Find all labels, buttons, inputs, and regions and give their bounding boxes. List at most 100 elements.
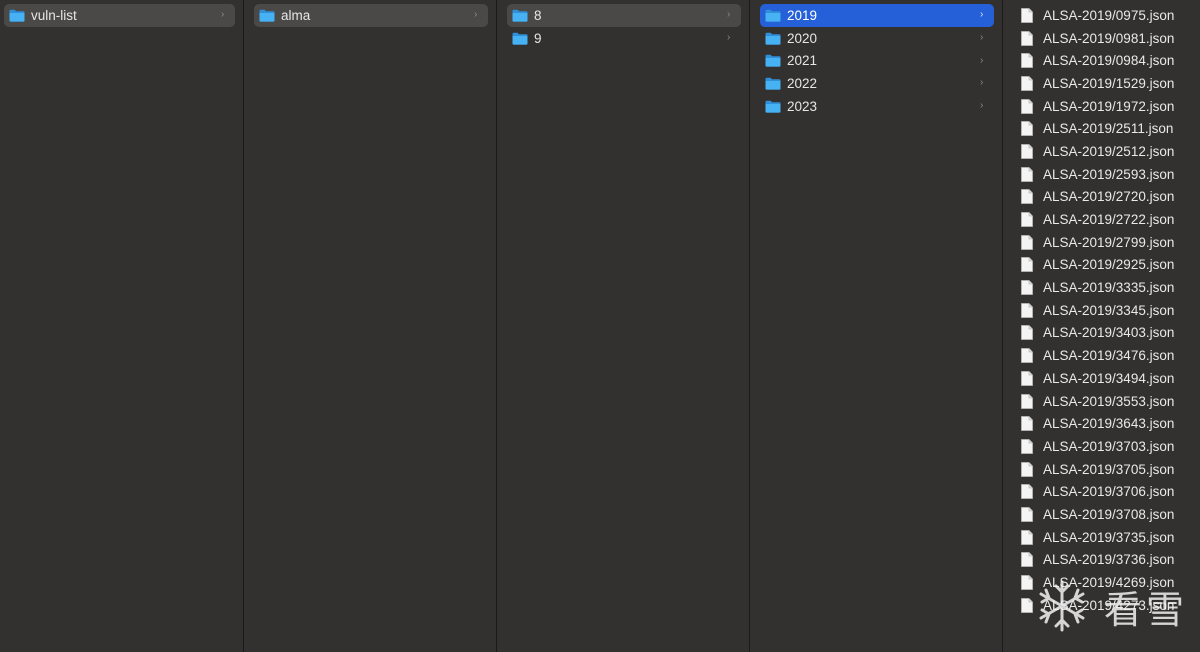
file-item[interactable]: ALSA-2019/2511.json bbox=[1003, 117, 1200, 140]
file-name: ALSA-2019/2593.json bbox=[1043, 166, 1175, 182]
document-icon bbox=[1021, 212, 1033, 227]
chevron-right-icon: › bbox=[980, 100, 984, 112]
file-item[interactable]: ALSA-2019/2722.json bbox=[1003, 208, 1200, 231]
file-item[interactable]: ALSA-2019/2799.json bbox=[1003, 231, 1200, 254]
column-4[interactable]: 2019 › 2020 › 2021 › 2022 › 2023 › bbox=[750, 0, 1003, 652]
file-name: ALSA-2019/1972.json bbox=[1043, 98, 1175, 114]
document-icon bbox=[1021, 348, 1033, 364]
column-3[interactable]: 8 › 9 › bbox=[497, 0, 750, 652]
file-item[interactable]: ALSA-2019/2512.json bbox=[1003, 140, 1200, 163]
file-name: ALSA-2019/3494.json bbox=[1043, 370, 1175, 386]
folder-name: 2020 bbox=[787, 30, 818, 46]
folder-name: alma bbox=[281, 7, 311, 23]
document-icon bbox=[1021, 98, 1033, 114]
chevron-right-icon: › bbox=[980, 54, 984, 66]
folder-item[interactable]: 9 › bbox=[507, 27, 741, 50]
file-item[interactable]: ALSA-2019/4269.json bbox=[1003, 571, 1200, 594]
file-name: ALSA-2019/2925.json bbox=[1043, 257, 1175, 273]
folder-name: 8 bbox=[534, 7, 542, 23]
document-icon bbox=[1021, 166, 1033, 182]
folder-icon bbox=[9, 9, 25, 22]
file-item[interactable]: ALSA-2019/3403.json bbox=[1003, 322, 1200, 345]
file-name: ALSA-2019/3705.json bbox=[1043, 461, 1175, 477]
file-item[interactable]: ALSA-2019/3735.json bbox=[1003, 526, 1200, 549]
document-icon bbox=[1021, 7, 1033, 23]
document-icon bbox=[1021, 144, 1033, 159]
file-item[interactable]: ALSA-2019/3703.json bbox=[1003, 435, 1200, 458]
document-icon bbox=[1021, 257, 1033, 273]
file-item[interactable]: ALSA-2019/2720.json bbox=[1003, 186, 1200, 209]
file-item[interactable]: ALSA-2019/3705.json bbox=[1003, 458, 1200, 481]
folder-item[interactable]: 2022 › bbox=[760, 72, 994, 95]
document-icon bbox=[1021, 597, 1033, 613]
document-icon bbox=[1021, 370, 1033, 386]
column-1[interactable]: vuln-list › bbox=[0, 0, 244, 652]
column-2[interactable]: alma › bbox=[244, 0, 497, 652]
folder-item[interactable]: vuln-list › bbox=[4, 4, 235, 27]
folder-item[interactable]: 2019 › bbox=[760, 4, 994, 27]
document-icon bbox=[1021, 575, 1033, 590]
file-name: ALSA-2019/3736.json bbox=[1043, 552, 1175, 568]
file-item[interactable]: ALSA-2019/1529.json bbox=[1003, 72, 1200, 95]
file-name: ALSA-2019/3476.json bbox=[1043, 348, 1175, 364]
file-item[interactable]: ALSA-2019/0975.json bbox=[1003, 4, 1200, 27]
file-item[interactable]: ALSA-2019/2925.json bbox=[1003, 254, 1200, 277]
folder-item[interactable]: 8 › bbox=[507, 4, 741, 27]
column-5-files[interactable]: ALSA-2019/0975.json ALSA-2019/0981.json AL… bbox=[1003, 0, 1200, 652]
folder-icon bbox=[512, 32, 528, 45]
document-icon bbox=[1021, 53, 1033, 69]
chevron-right-icon: › bbox=[980, 32, 984, 44]
document-icon bbox=[1021, 325, 1033, 341]
file-name: ALSA-2019/3643.json bbox=[1043, 416, 1175, 432]
chevron-right-icon: › bbox=[980, 77, 984, 89]
file-item[interactable]: ALSA-2019/2593.json bbox=[1003, 163, 1200, 186]
file-name: ALSA-2019/3403.json bbox=[1043, 325, 1175, 341]
file-item[interactable]: ALSA-2019/3708.json bbox=[1003, 503, 1200, 526]
chevron-right-icon: › bbox=[727, 9, 731, 21]
file-item[interactable]: ALSA-2019/3736.json bbox=[1003, 549, 1200, 572]
file-name: ALSA-2019/0975.json bbox=[1043, 7, 1175, 23]
folder-name: 2023 bbox=[787, 98, 818, 114]
folder-icon bbox=[512, 9, 528, 22]
folder-name: 2021 bbox=[787, 53, 818, 69]
file-item[interactable]: ALSA-2019/3345.json bbox=[1003, 299, 1200, 322]
file-name: ALSA-2019/2512.json bbox=[1043, 143, 1175, 159]
file-item[interactable]: ALSA-2019/3553.json bbox=[1003, 390, 1200, 413]
file-item[interactable]: ALSA-2019/3476.json bbox=[1003, 344, 1200, 367]
file-item[interactable]: ALSA-2019/4273.json bbox=[1003, 594, 1200, 617]
folder-name: vuln-list bbox=[31, 7, 77, 23]
folder-icon bbox=[765, 77, 781, 90]
document-icon bbox=[1021, 121, 1033, 137]
file-item[interactable]: ALSA-2019/0984.json bbox=[1003, 49, 1200, 72]
chevron-right-icon: › bbox=[980, 9, 984, 21]
folder-item[interactable]: alma › bbox=[254, 4, 488, 27]
document-icon bbox=[1021, 189, 1033, 205]
folder-item[interactable]: 2020 › bbox=[760, 27, 994, 50]
folder-item[interactable]: 2021 › bbox=[760, 49, 994, 72]
document-icon bbox=[1021, 484, 1033, 500]
file-item[interactable]: ALSA-2019/3643.json bbox=[1003, 412, 1200, 435]
file-item[interactable]: ALSA-2019/3494.json bbox=[1003, 367, 1200, 390]
file-name: ALSA-2019/3553.json bbox=[1043, 393, 1175, 409]
document-icon bbox=[1021, 461, 1033, 477]
file-name: ALSA-2019/2720.json bbox=[1043, 189, 1175, 205]
file-name: ALSA-2019/3335.json bbox=[1043, 280, 1175, 296]
folder-icon bbox=[259, 9, 275, 22]
folder-name: 9 bbox=[534, 30, 542, 46]
file-item[interactable]: ALSA-2019/3335.json bbox=[1003, 276, 1200, 299]
file-item[interactable]: ALSA-2019/3706.json bbox=[1003, 480, 1200, 503]
chevron-right-icon: › bbox=[474, 9, 478, 21]
file-name: ALSA-2019/3708.json bbox=[1043, 506, 1175, 522]
file-item[interactable]: ALSA-2019/1972.json bbox=[1003, 95, 1200, 118]
document-icon bbox=[1021, 529, 1033, 545]
document-icon bbox=[1021, 393, 1033, 409]
file-name: ALSA-2019/4269.json bbox=[1043, 575, 1175, 591]
folder-icon bbox=[765, 55, 781, 67]
chevron-right-icon: › bbox=[727, 32, 731, 44]
file-name: ALSA-2019/0984.json bbox=[1043, 53, 1175, 69]
document-icon bbox=[1021, 76, 1033, 91]
file-item[interactable]: ALSA-2019/0981.json bbox=[1003, 27, 1200, 50]
folder-item[interactable]: 2023 › bbox=[760, 95, 994, 118]
document-icon bbox=[1021, 416, 1033, 432]
folder-icon bbox=[765, 32, 781, 45]
